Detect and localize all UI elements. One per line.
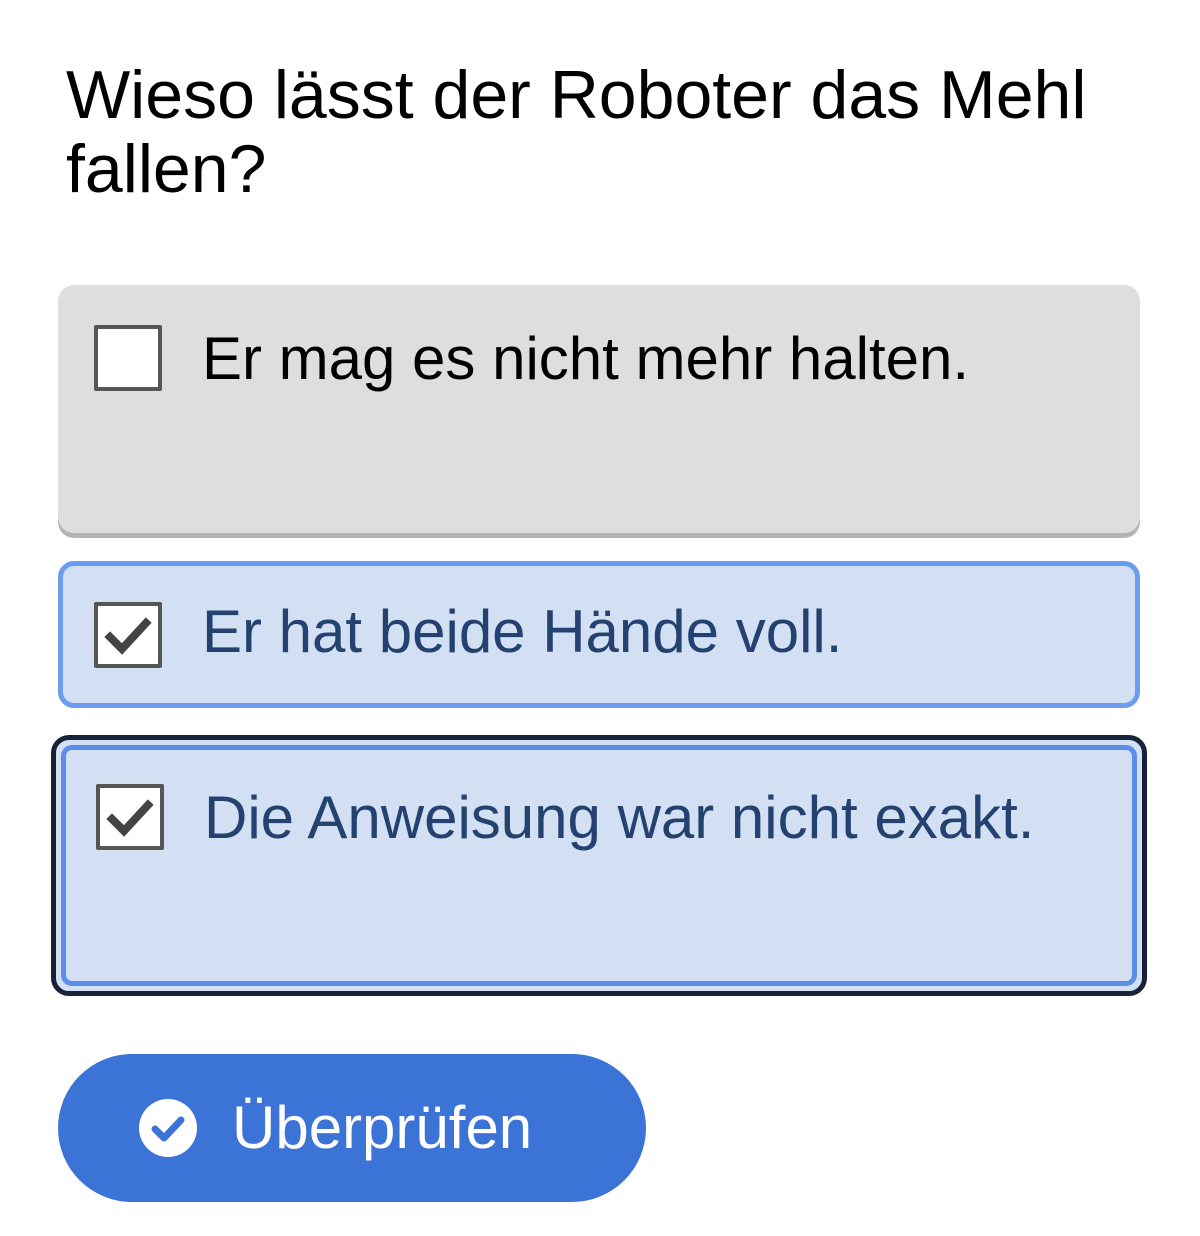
checkbox-unchecked[interactable] [94,325,162,391]
answer-option-2[interactable]: Er hat beide Hände voll. [58,561,1140,708]
check-circle-icon [139,1099,197,1157]
checkmark-icon [104,617,152,655]
check-answer-button[interactable]: Überprüfen [58,1054,646,1202]
answer-option-label: Die Anweisung war nicht exakt. [204,784,1035,851]
answer-option-label: Er hat beide Hände voll. [202,598,843,665]
question-title: Wieso lässt der Roboter das Mehl fallen? [66,57,1087,207]
checkbox-checked[interactable] [94,602,162,668]
answer-option-label: Er mag es nicht mehr halten. [202,325,970,392]
checkbox-checked[interactable] [96,784,164,850]
checkmark-icon [106,799,154,837]
answer-option-3[interactable]: Die Anweisung war nicht exakt. [51,735,1147,996]
check-answer-label: Überprüfen [232,1094,533,1161]
answer-option-1[interactable]: Er mag es nicht mehr halten. [58,285,1140,533]
